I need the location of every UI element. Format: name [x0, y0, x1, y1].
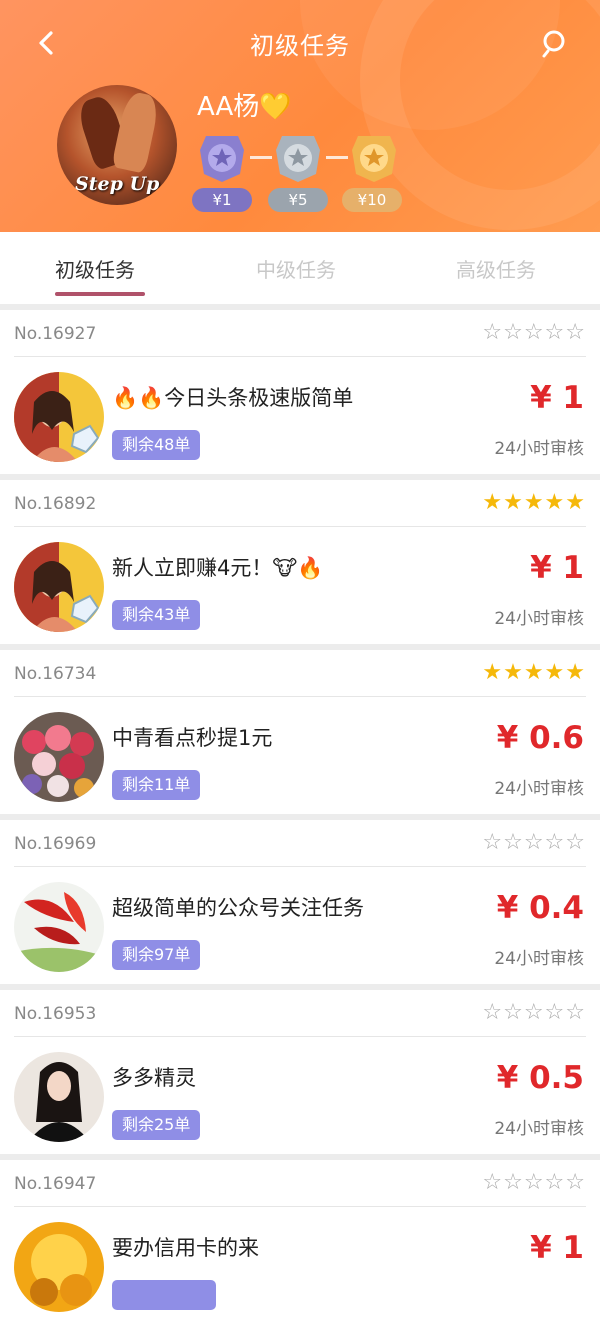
- task-number: No.16734: [14, 664, 97, 684]
- divider: [14, 1206, 586, 1207]
- task-card[interactable]: No.16734 ★★★★★ 中青看点秒提1元剩余11单 ¥ 0.6 24小时审核: [0, 650, 600, 814]
- task-number: No.16947: [14, 1174, 97, 1194]
- divider: [14, 526, 586, 527]
- tab-underline: [55, 292, 145, 296]
- task-thumbnail: [14, 1222, 104, 1312]
- task-reward: ¥ 0.4: [496, 890, 584, 926]
- medal-gold-icon: [352, 136, 396, 182]
- task-number: No.16927: [14, 324, 97, 344]
- task-thumbnail: [14, 882, 104, 972]
- medal-silver-icon: [276, 136, 320, 182]
- task-reward: ¥ 1: [530, 1230, 584, 1266]
- remaining-badge: 剩余48单: [112, 430, 201, 460]
- review-time: 24小时审核: [494, 439, 584, 459]
- review-time: 24小时审核: [494, 609, 584, 629]
- star-rating: ☆☆☆☆☆: [482, 1000, 586, 1025]
- divider: [14, 866, 586, 867]
- task-title: 要办信用卡的来: [112, 1236, 259, 1260]
- star-rating: ☆☆☆☆☆: [482, 1170, 586, 1195]
- divider: [14, 356, 586, 357]
- medal-pill-1: ¥1: [192, 188, 252, 212]
- task-tabs: 初级任务 中级任务 高级任务: [0, 232, 600, 304]
- task-card[interactable]: No.16892 ★★★★★ 新人立即赚4元！🐮🔥 剩余43单 ¥ 1 24小时审核: [0, 480, 600, 644]
- task-card[interactable]: No.16969 ☆☆☆☆☆ 超级简单的公众号关注任务剩余97单 ¥ 0.4 24小时审…: [0, 820, 600, 984]
- divider: [14, 696, 586, 697]
- task-card[interactable]: No.16927 ☆☆☆☆☆ 🔥🔥今日头条极速版简单剩余48单 ¥ 1 24小时审核: [0, 310, 600, 474]
- task-reward: ¥ 0.6: [496, 720, 584, 756]
- page-title: 初级任务: [250, 32, 350, 60]
- tab-advanced[interactable]: 高级任务: [456, 254, 536, 283]
- review-time: 24小时审核: [494, 1119, 584, 1139]
- medal-pill-5: ¥5: [268, 188, 328, 212]
- medal-levels: ¥1 ¥5 ¥10: [192, 130, 412, 215]
- avatar-caption: Step Up: [75, 173, 160, 195]
- review-time: 24小时审核: [494, 779, 584, 799]
- task-number: No.16892: [14, 494, 97, 514]
- task-reward: ¥ 0.5: [496, 1060, 584, 1096]
- task-number: No.16953: [14, 1004, 97, 1024]
- task-thumbnail: [14, 372, 104, 462]
- task-title: 中青看点秒提1元: [112, 726, 273, 750]
- task-reward: ¥ 1: [530, 550, 584, 586]
- medal-purple-icon: [200, 136, 244, 182]
- task-card[interactable]: No.16953 ☆☆☆☆☆ 多多精灵剩余25单 ¥ 0.5 24小时审核: [0, 990, 600, 1154]
- task-number: No.16969: [14, 834, 97, 854]
- star-rating: ☆☆☆☆☆: [482, 320, 586, 345]
- task-title: 🔥🔥今日头条极速版简单: [112, 386, 354, 410]
- task-reward: ¥ 1: [530, 380, 584, 416]
- tab-intermediate[interactable]: 中级任务: [256, 254, 336, 283]
- avatar[interactable]: Step Up: [57, 85, 177, 205]
- remaining-badge: 剩余97单: [112, 940, 201, 970]
- task-title: 多多精灵: [112, 1066, 196, 1090]
- header: 初级任务 Step Up AA杨💛 ¥1 ¥5 ¥10: [0, 0, 600, 232]
- divider: [14, 1036, 586, 1037]
- task-title: 新人立即赚4元！🐮🔥: [112, 556, 324, 580]
- task-title: 超级简单的公众号关注任务: [112, 896, 364, 920]
- heart-icon: 💛: [259, 92, 292, 122]
- remaining-badge: 剩余25单: [112, 1110, 201, 1140]
- remaining-badge: 剩余11单: [112, 770, 201, 800]
- username: AA杨💛: [197, 92, 292, 122]
- review-time: 24小时审核: [494, 949, 584, 969]
- remaining-badge: 剩余43单: [112, 600, 201, 630]
- medal-pill-10: ¥10: [342, 188, 402, 212]
- star-rating: ☆☆☆☆☆: [482, 830, 586, 855]
- star-rating: ★★★★★: [482, 490, 586, 515]
- task-card[interactable]: No.16947 ☆☆☆☆☆ 要办信用卡的来 ¥ 1: [0, 1160, 600, 1324]
- task-thumbnail: [14, 712, 104, 802]
- remaining-badge: [112, 1280, 216, 1310]
- task-thumbnail: [14, 1052, 104, 1142]
- tab-beginner[interactable]: 初级任务: [55, 254, 135, 283]
- task-thumbnail: [14, 542, 104, 632]
- star-rating: ★★★★★: [482, 660, 586, 685]
- search-icon[interactable]: [540, 28, 572, 60]
